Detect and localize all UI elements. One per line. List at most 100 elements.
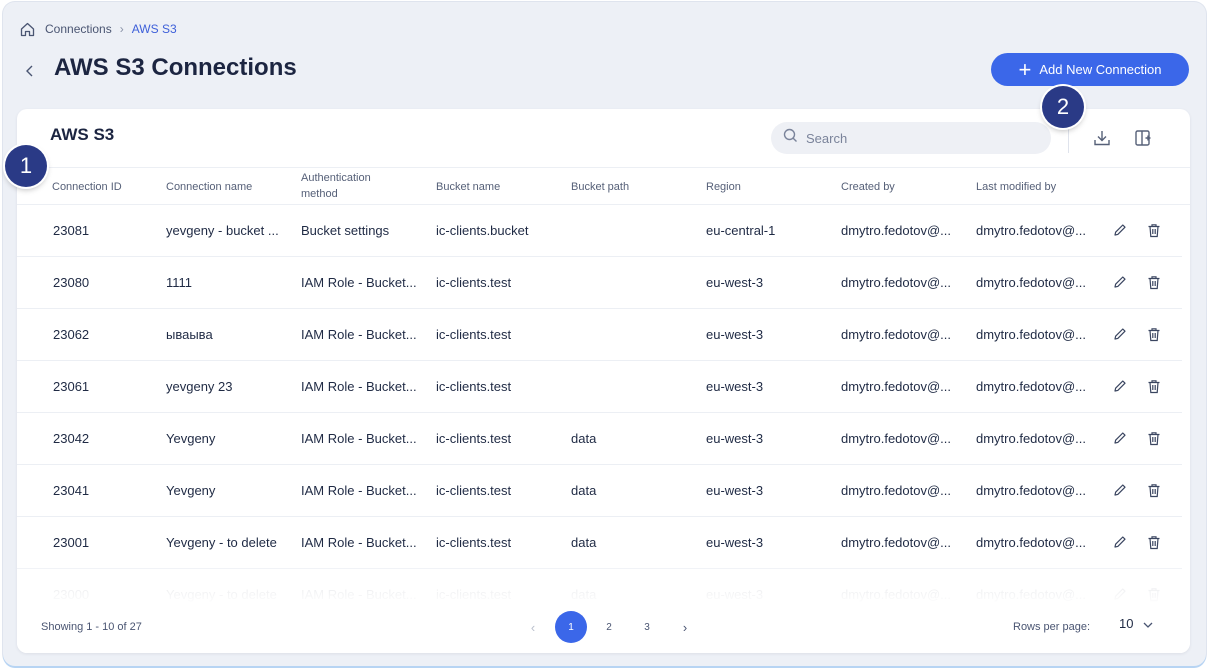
app-frame: Connections › AWS S3 AWS S3 Connections … <box>3 2 1206 666</box>
auth-method-cell: IAM Role - Bucket... <box>301 379 417 394</box>
created-by-cell: dmytro.fedotov@... <box>841 431 952 446</box>
auth-method-cell: Bucket settings <box>301 223 390 238</box>
connection-id-cell: 23081 <box>53 223 90 238</box>
add-new-connection-button[interactable]: + Add New Connection <box>991 53 1189 86</box>
delete-trash-icon[interactable] <box>1144 532 1164 552</box>
modified-by-cell: dmytro.fedotov@... <box>976 379 1087 394</box>
edit-pencil-icon[interactable] <box>1110 220 1130 240</box>
table-row[interactable]: 23042 Yevgeny IAM Role - Bucket... ic-clien… <box>17 413 1182 465</box>
next-page-icon[interactable]: › <box>669 611 701 643</box>
connection-id-cell: 23042 <box>53 431 90 446</box>
search-input[interactable] <box>806 130 1026 146</box>
pagination: ‹ 1 2 3 › <box>517 611 701 643</box>
created-by-cell: dmytro.fedotov@... <box>841 275 952 290</box>
breadcrumb: Connections › AWS S3 <box>19 19 177 39</box>
delete-trash-icon[interactable] <box>1144 272 1164 292</box>
prev-page-icon[interactable]: ‹ <box>517 611 549 643</box>
connection-name-cell: ываыва <box>166 327 213 342</box>
plus-icon: + <box>1018 56 1032 82</box>
connection-id-cell: 23062 <box>53 327 90 342</box>
created-by-cell: dmytro.fedotov@... <box>841 535 952 550</box>
bucket-name-cell: ic-clients.test <box>436 431 512 446</box>
edit-pencil-icon[interactable] <box>1110 376 1130 396</box>
modified-by-cell: dmytro.fedotov@... <box>976 223 1087 238</box>
connections-card: AWS S3 Connection ID Connection name Aut… <box>17 109 1190 653</box>
edit-pencil-icon[interactable] <box>1110 480 1130 500</box>
breadcrumb-current[interactable]: AWS S3 <box>132 22 177 36</box>
page-3-button[interactable]: 3 <box>631 611 663 643</box>
edit-pencil-icon[interactable] <box>1110 324 1130 344</box>
created-by-cell: dmytro.fedotov@... <box>841 327 952 342</box>
breadcrumb-connections-link[interactable]: Connections <box>45 22 112 36</box>
auth-method-cell: IAM Role - Bucket... <box>301 483 417 498</box>
delete-trash-icon[interactable] <box>1144 324 1164 344</box>
columns-settings-icon[interactable] <box>1131 126 1155 150</box>
edit-pencil-icon[interactable] <box>1110 532 1130 552</box>
table-row[interactable]: 23081 yevgeny - bucket ... Bucket settings… <box>17 205 1182 257</box>
region-cell: eu-central-1 <box>706 223 776 238</box>
step-marker-1: 1 <box>5 145 47 187</box>
table-row[interactable]: 23001 Yevgeny - to delete IAM Role - Bucke… <box>17 517 1182 569</box>
page-title: AWS S3 Connections <box>54 54 297 81</box>
connection-name-cell: yevgeny 23 <box>166 379 233 394</box>
region-cell: eu-west-3 <box>706 535 764 550</box>
delete-trash-icon[interactable] <box>1144 480 1164 500</box>
download-icon[interactable] <box>1090 126 1114 150</box>
chevron-down-icon <box>1143 616 1153 631</box>
auth-method-cell: IAM Role - Bucket... <box>301 431 417 446</box>
column-header[interactable]: Created by <box>841 179 895 195</box>
bucket-path-cell: data <box>571 483 597 498</box>
column-header[interactable]: Bucket name <box>436 179 500 195</box>
connection-name-cell: yevgeny - bucket ... <box>166 223 279 238</box>
table-row[interactable]: 23062 ываыва IAM Role - Bucket... ic-client… <box>17 309 1182 361</box>
table-row[interactable]: 23041 Yevgeny IAM Role - Bucket... ic-clien… <box>17 465 1182 517</box>
created-by-cell: dmytro.fedotov@... <box>841 379 952 394</box>
region-cell: eu-west-3 <box>706 431 764 446</box>
step-marker-2: 2 <box>1042 86 1084 128</box>
rows-per-page-select[interactable]: 10 <box>1119 616 1153 631</box>
page-1-button[interactable]: 1 <box>555 611 587 643</box>
add-new-connection-label: Add New Connection <box>1039 62 1162 77</box>
auth-method-cell: IAM Role - Bucket... <box>301 275 417 290</box>
chevron-right-icon: › <box>119 22 124 36</box>
table-row[interactable]: 23080 1111 IAM Role - Bucket... ic-clients.… <box>17 257 1182 309</box>
connection-id-cell: 23001 <box>53 535 90 550</box>
modified-by-cell: dmytro.fedotov@... <box>976 483 1087 498</box>
connection-name-cell: 1111 <box>166 275 193 290</box>
delete-trash-icon[interactable] <box>1144 376 1164 396</box>
page-2-button[interactable]: 2 <box>593 611 625 643</box>
connection-id-cell: 23061 <box>53 379 90 394</box>
auth-method-cell: IAM Role - Bucket... <box>301 535 417 550</box>
edit-pencil-icon[interactable] <box>1110 428 1130 448</box>
showing-count: Showing 1 - 10 of 27 <box>41 621 142 633</box>
column-header[interactable]: Connection ID <box>52 179 122 195</box>
bucket-name-cell: ic-clients.test <box>436 327 512 342</box>
modified-by-cell: dmytro.fedotov@... <box>976 327 1087 342</box>
table-header: Connection ID Connection name Authentica… <box>17 167 1190 205</box>
bucket-name-cell: ic-clients.test <box>436 483 512 498</box>
delete-trash-icon[interactable] <box>1144 428 1164 448</box>
connection-name-cell: Yevgeny <box>166 483 216 498</box>
home-icon[interactable] <box>19 20 37 38</box>
column-header[interactable]: Bucket path <box>571 179 629 195</box>
scroll-fade <box>17 565 1190 605</box>
table-row[interactable]: 23061 yevgeny 23 IAM Role - Bucket... ic-cl… <box>17 361 1182 413</box>
column-header[interactable]: Connection name <box>166 179 252 195</box>
modified-by-cell: dmytro.fedotov@... <box>976 431 1087 446</box>
table-footer: Showing 1 - 10 of 27 ‹ 1 2 3 › Rows per … <box>17 605 1190 653</box>
created-by-cell: dmytro.fedotov@... <box>841 223 952 238</box>
search-icon <box>783 128 798 148</box>
back-arrow-icon[interactable] <box>21 60 39 82</box>
column-header[interactable]: Region <box>706 179 741 195</box>
bucket-name-cell: ic-clients.bucket <box>436 223 529 238</box>
column-header[interactable]: Last modified by <box>976 179 1056 195</box>
column-header[interactable]: Authentication method <box>301 170 391 202</box>
rows-per-page-label: Rows per page: <box>1013 621 1091 633</box>
bucket-path-cell: data <box>571 535 597 550</box>
edit-pencil-icon[interactable] <box>1110 272 1130 292</box>
auth-method-cell: IAM Role - Bucket... <box>301 327 417 342</box>
search-box[interactable] <box>771 122 1051 154</box>
modified-by-cell: dmytro.fedotov@... <box>976 275 1087 290</box>
delete-trash-icon[interactable] <box>1144 220 1164 240</box>
region-cell: eu-west-3 <box>706 483 764 498</box>
